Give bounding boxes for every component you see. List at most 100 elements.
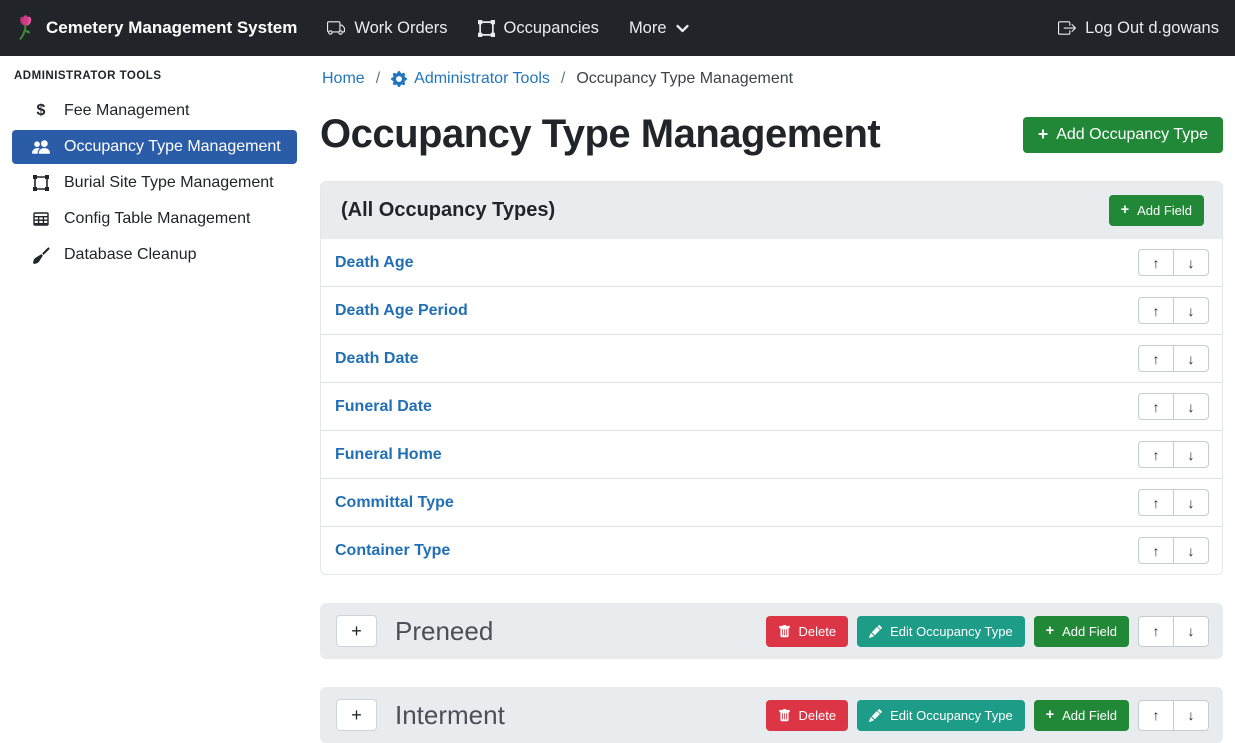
users-icon <box>31 138 51 156</box>
field-row: Death Date ↑ ↓ <box>321 335 1222 383</box>
move-up-button[interactable]: ↑ <box>1138 489 1174 516</box>
nav-work-orders-label: Work Orders <box>354 19 447 38</box>
plus-icon: + <box>1046 625 1054 638</box>
breadcrumb-separator: / <box>561 70 565 88</box>
delete-button[interactable]: Delete <box>766 700 849 731</box>
reorder-buttons: ↑ ↓ <box>1138 441 1209 468</box>
field-row: Container Type ↑ ↓ <box>321 527 1222 574</box>
field-link-container-type[interactable]: Container Type <box>335 542 450 560</box>
move-down-button[interactable]: ↓ <box>1173 616 1209 647</box>
edit-occupancy-type-button[interactable]: Edit Occupancy Type <box>857 616 1025 647</box>
sidebar: Administrator Tools $ Fee Management Occ… <box>0 56 308 738</box>
chevron-down-icon <box>676 22 689 35</box>
main-content: Home / Administrator Tools / Occupancy T… <box>308 56 1235 738</box>
move-up-button[interactable]: ↑ <box>1138 441 1174 468</box>
move-down-button[interactable]: ↓ <box>1173 489 1209 516</box>
page-header: Occupancy Type Management + Add Occupanc… <box>320 112 1223 157</box>
dollar-icon: $ <box>31 103 51 119</box>
field-row: Funeral Home ↑ ↓ <box>321 431 1222 479</box>
table-icon <box>31 211 51 227</box>
reorder-buttons: ↑ ↓ <box>1138 249 1209 276</box>
sidebar-item-burial-site-type-management[interactable]: Burial Site Type Management <box>12 166 297 200</box>
move-up-button[interactable]: ↑ <box>1138 616 1174 647</box>
vector-square-icon <box>31 175 51 191</box>
section-actions: Delete Edit Occupancy Type + Add Field ↑… <box>766 700 1209 731</box>
trash-icon <box>778 709 791 722</box>
sidebar-item-label: Occupancy Type Management <box>64 138 281 156</box>
move-down-button[interactable]: ↓ <box>1173 700 1209 731</box>
reorder-buttons: ↑ ↓ <box>1138 489 1209 516</box>
move-down-button[interactable]: ↓ <box>1173 537 1209 564</box>
field-row: Death Age Period ↑ ↓ <box>321 287 1222 335</box>
field-link-funeral-date[interactable]: Funeral Date <box>335 398 432 416</box>
add-field-label: Add Field <box>1137 203 1192 218</box>
logout-button[interactable]: Log Out d.gowans <box>1058 19 1219 38</box>
delete-button[interactable]: Delete <box>766 616 849 647</box>
reorder-buttons: ↑ ↓ <box>1138 393 1209 420</box>
sidebar-item-occupancy-type-management[interactable]: Occupancy Type Management <box>12 130 297 164</box>
sidebar-item-fee-management[interactable]: $ Fee Management <box>12 94 297 128</box>
breadcrumb-admin-tools-link[interactable]: Administrator Tools <box>391 70 550 88</box>
broom-icon <box>31 247 51 264</box>
field-link-funeral-home[interactable]: Funeral Home <box>335 446 442 464</box>
edit-occupancy-type-button[interactable]: Edit Occupancy Type <box>857 700 1025 731</box>
page-title: Occupancy Type Management <box>320 112 880 157</box>
nav-occupancies[interactable]: Occupancies <box>478 19 599 38</box>
all-occupancy-types-card: (All Occupancy Types) + Add Field Death … <box>320 181 1223 575</box>
sidebar-item-database-cleanup[interactable]: Database Cleanup <box>12 238 297 272</box>
add-occupancy-type-label: Add Occupancy Type <box>1056 126 1208 144</box>
breadcrumb-separator: / <box>376 70 380 88</box>
sidebar-item-label: Burial Site Type Management <box>64 174 274 192</box>
field-row: Death Age ↑ ↓ <box>321 239 1222 287</box>
move-up-button[interactable]: ↑ <box>1138 393 1174 420</box>
reorder-buttons: ↑ ↓ <box>1138 616 1209 647</box>
app-brand[interactable]: Cemetery Management System <box>14 15 297 42</box>
pencil-icon <box>869 625 882 638</box>
move-down-button[interactable]: ↓ <box>1173 297 1209 324</box>
nav-more-label: More <box>629 19 667 38</box>
nav-work-orders[interactable]: Work Orders <box>327 19 447 38</box>
truck-icon <box>327 19 345 37</box>
move-down-button[interactable]: ↓ <box>1173 249 1209 276</box>
expand-button[interactable]: + <box>336 699 377 731</box>
field-row: Committal Type ↑ ↓ <box>321 479 1222 527</box>
breadcrumb-admin-tools-label: Administrator Tools <box>414 70 550 88</box>
vector-square-icon <box>478 20 495 37</box>
nav-occupancies-label: Occupancies <box>504 19 599 38</box>
gear-icon <box>391 71 407 87</box>
sidebar-item-label: Fee Management <box>64 102 189 120</box>
plus-icon: + <box>1046 709 1054 722</box>
all-occupancy-types-header: (All Occupancy Types) + Add Field <box>321 182 1222 239</box>
move-up-button[interactable]: ↑ <box>1138 249 1174 276</box>
add-occupancy-type-button[interactable]: + Add Occupancy Type <box>1023 117 1223 153</box>
app-title: Cemetery Management System <box>46 18 297 38</box>
add-field-label: Add Field <box>1062 708 1117 723</box>
move-down-button[interactable]: ↓ <box>1173 393 1209 420</box>
nav-more[interactable]: More <box>629 19 689 38</box>
field-link-death-age-period[interactable]: Death Age Period <box>335 302 468 320</box>
delete-label: Delete <box>799 708 837 723</box>
delete-label: Delete <box>799 624 837 639</box>
move-up-button[interactable]: ↑ <box>1138 345 1174 372</box>
add-field-button[interactable]: + Add Field <box>1034 700 1129 731</box>
add-field-button[interactable]: + Add Field <box>1034 616 1129 647</box>
move-up-button[interactable]: ↑ <box>1138 537 1174 564</box>
field-link-committal-type[interactable]: Committal Type <box>335 494 454 512</box>
reorder-buttons: ↑ ↓ <box>1138 537 1209 564</box>
expand-button[interactable]: + <box>336 615 377 647</box>
reorder-buttons: ↑ ↓ <box>1138 297 1209 324</box>
move-down-button[interactable]: ↓ <box>1173 345 1209 372</box>
move-up-button[interactable]: ↑ <box>1138 297 1174 324</box>
field-row: Funeral Date ↑ ↓ <box>321 383 1222 431</box>
move-up-button[interactable]: ↑ <box>1138 700 1174 731</box>
field-link-death-age[interactable]: Death Age <box>335 254 414 272</box>
move-down-button[interactable]: ↓ <box>1173 441 1209 468</box>
sidebar-item-config-table-management[interactable]: Config Table Management <box>12 202 297 236</box>
logout-label: Log Out d.gowans <box>1085 19 1219 38</box>
reorder-buttons: ↑ ↓ <box>1138 345 1209 372</box>
field-link-death-date[interactable]: Death Date <box>335 350 419 368</box>
breadcrumb-home-link[interactable]: Home <box>322 70 365 88</box>
add-field-button[interactable]: + Add Field <box>1109 195 1204 226</box>
section-title: Preneed <box>395 616 493 647</box>
plus-icon: + <box>1038 127 1048 143</box>
